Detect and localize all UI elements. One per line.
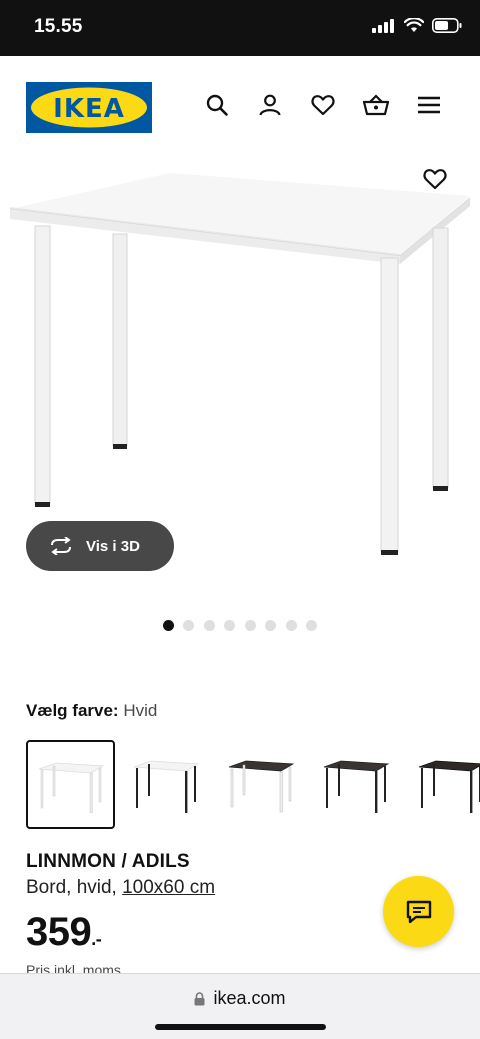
heart-icon	[423, 169, 447, 190]
view-in-3d-button[interactable]: Vis i 3D	[26, 521, 174, 571]
gallery-dot[interactable]	[183, 620, 195, 631]
user-icon[interactable]	[257, 92, 283, 118]
signal-icon	[372, 18, 394, 33]
url-display[interactable]: ikea.com	[0, 988, 480, 1009]
price-suffix: .-	[91, 929, 102, 949]
add-to-favourites-button[interactable]	[418, 162, 452, 196]
rotate-3d-icon	[51, 537, 71, 555]
swatch-blackbrown-black[interactable]	[311, 740, 400, 829]
chat-icon	[406, 900, 431, 923]
gallery-dot[interactable]	[244, 620, 256, 631]
logo-text: IKEA	[53, 94, 125, 124]
product-price: 359.-	[26, 910, 102, 955]
gallery-dot[interactable]	[224, 620, 236, 631]
color-label: Vælg farve:	[26, 701, 119, 720]
home-indicator[interactable]	[155, 1024, 326, 1030]
swatch-white-black[interactable]	[121, 740, 210, 829]
battery-icon	[432, 18, 462, 33]
swatch-white-white[interactable]	[26, 740, 115, 829]
product-name: LINNMON / ADILS	[26, 851, 190, 872]
ikea-logo[interactable]: IKEA	[26, 82, 152, 133]
product-dimensions-link[interactable]: 100x60 cm	[122, 877, 215, 898]
price-note: Pris inkl. moms	[26, 962, 121, 973]
view-in-3d-label: Vis i 3D	[86, 537, 140, 555]
color-value: Hvid	[123, 701, 158, 720]
product-gallery[interactable]: Vis i 3D	[0, 156, 480, 596]
url-text: ikea.com	[213, 988, 286, 1008]
product-type: Bord, hvid,	[26, 877, 123, 898]
status-time: 15.55	[34, 16, 83, 37]
basket-icon[interactable]	[363, 92, 389, 118]
swatch-blackbrown-white[interactable]	[216, 740, 305, 829]
status-icons	[372, 18, 462, 33]
search-icon[interactable]	[204, 92, 230, 118]
browser-address-bar[interactable]: ikea.com	[0, 973, 480, 1039]
gallery-dot[interactable]	[203, 620, 215, 631]
menu-icon[interactable]	[416, 92, 442, 118]
price-value: 359	[26, 910, 92, 954]
color-swatches	[26, 740, 480, 829]
wifi-icon	[404, 18, 424, 32]
color-selector-label: Vælg farve: Hvid	[26, 701, 157, 721]
gallery-dot[interactable]	[162, 620, 174, 631]
heart-icon[interactable]	[310, 92, 336, 118]
site-header: IKEA	[0, 56, 480, 156]
gallery-pagination	[0, 620, 480, 631]
lock-icon	[194, 991, 205, 1005]
gallery-dot[interactable]	[285, 620, 297, 631]
gallery-dot[interactable]	[265, 620, 277, 631]
chat-button[interactable]	[383, 876, 454, 947]
gallery-dot[interactable]	[306, 620, 318, 631]
status-bar: 15.55	[0, 0, 480, 56]
swatch-blackbrown-black-2[interactable]	[406, 740, 480, 829]
product-description: Bord, hvid, 100x60 cm	[26, 877, 215, 899]
header-nav	[204, 92, 442, 118]
